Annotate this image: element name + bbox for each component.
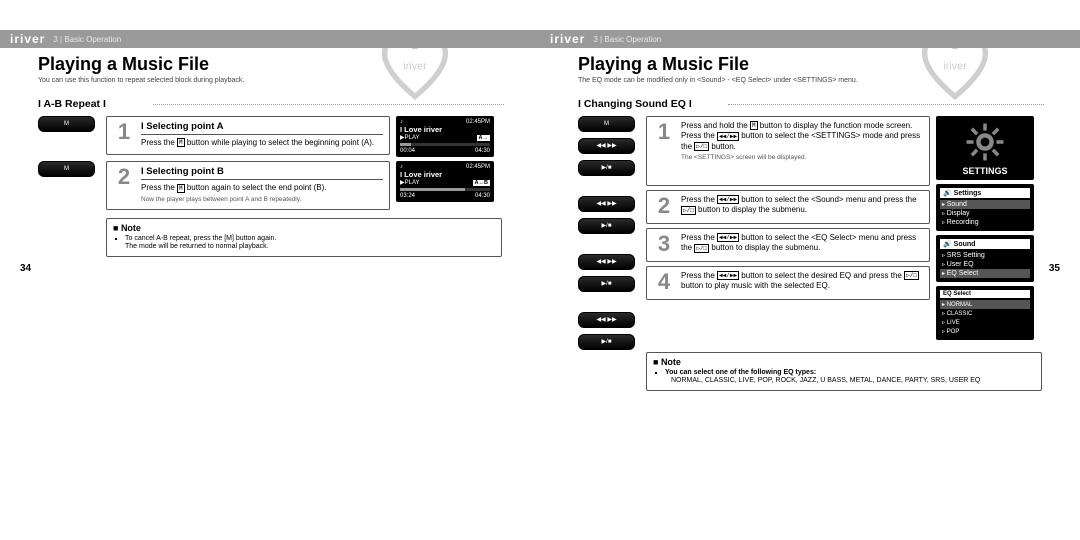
section-title: I Changing Sound EQ I xyxy=(578,98,1042,110)
page-subtitle: You can use this function to repeat sele… xyxy=(38,77,540,84)
step-tiny: The <SETTINGS> screen will be displayed. xyxy=(681,154,923,161)
step-tiny: Now the player plays between point A and… xyxy=(141,196,383,203)
note-block: Note To cancel A-B repeat, press the [M]… xyxy=(106,218,502,257)
inline-playstop-icon: ▷/□ xyxy=(694,142,709,151)
step-title: I Selecting point A xyxy=(141,121,383,135)
device-screen-menu: 🔊 Sound SRS Setting User EQ EQ Select xyxy=(936,235,1034,282)
step-desc: Press the ◀◀/▶▶ button to select the des… xyxy=(681,271,923,292)
step-box: 2 Press the ◀◀/▶▶ button to select the <… xyxy=(646,190,930,224)
inline-prevnext-icon: ◀◀/▶▶ xyxy=(717,233,739,242)
step-box: 3 Press the ◀◀/▶▶ button to select the <… xyxy=(646,228,930,262)
device-screen-menu: EQ Select NORMAL CLASSIC LIVE POP xyxy=(936,286,1034,340)
device-button-play-stop: ▶/■ xyxy=(578,218,635,234)
note-item: NORMAL, CLASSIC, LIVE, POP, ROCK, JAZZ, … xyxy=(653,377,1035,384)
device-button-m: M xyxy=(578,116,635,132)
step-number: 2 xyxy=(653,195,675,217)
top-bar: iriver 3 | Basic Operation xyxy=(540,30,1080,48)
inline-m-icon: M xyxy=(177,138,185,147)
inline-playstop-icon: ▷/□ xyxy=(681,206,696,215)
device-button-prev-next: ◀◀ ▶▶ xyxy=(578,196,635,212)
device-screen: ♪02:45PM I Love iriver ▶PLAYA↔B 03:2404:… xyxy=(396,161,494,202)
note-head: Note xyxy=(653,357,1035,367)
step-box: 4 Press the ◀◀/▶▶ button to select the d… xyxy=(646,266,930,300)
screenshots-col: ♪02:45PM I Love iriver ▶PLAYA→ 00:0404:3… xyxy=(396,116,502,202)
note-head: Note xyxy=(113,223,495,233)
step-row: M 1 I Selecting point A Press the M butt… xyxy=(38,116,390,155)
page-number: 34 xyxy=(20,263,31,274)
step-title: I Selecting point B xyxy=(141,166,383,180)
step-box: 2 I Selecting point B Press the M button… xyxy=(106,161,390,209)
step-number: 3 xyxy=(653,233,675,255)
section-sound-eq: I Changing Sound EQ I M ◀◀ ▶▶ ▶/■ ◀◀ ▶▶ … xyxy=(578,98,1042,391)
note-item: You can select one of the following EQ t… xyxy=(665,369,1035,376)
top-bar: iriver 3 | Basic Operation xyxy=(0,30,540,48)
breadcrumb: 3 | Basic Operation xyxy=(53,35,121,44)
inline-m-icon: M xyxy=(177,184,185,193)
device-screen-settings: SETTINGS xyxy=(936,116,1034,180)
inline-prevnext-icon: ◀◀/▶▶ xyxy=(717,195,739,204)
device-button-m: M xyxy=(38,116,95,132)
step-desc: Press and hold the M button to display t… xyxy=(681,121,923,152)
step-box: 1 Press and hold the M button to display… xyxy=(646,116,930,186)
device-screen: ♪02:45PM I Love iriver ▶PLAYA→ 00:0404:3… xyxy=(396,116,494,157)
step-box: 1 I Selecting point A Press the M button… xyxy=(106,116,390,155)
step-row: M 2 I Selecting point B Press the M butt… xyxy=(38,161,390,209)
inline-m-icon: M xyxy=(750,121,758,130)
inline-playstop-icon: ▷/□ xyxy=(694,244,709,253)
device-screen-menu: 🔊 Settings Sound Display Recording xyxy=(936,184,1034,231)
page-title: Playing a Music File xyxy=(578,54,1080,75)
device-button-play-stop: ▶/■ xyxy=(578,276,635,292)
device-button-prev-next: ◀◀ ▶▶ xyxy=(578,138,635,154)
brand-logo: iriver xyxy=(550,32,585,46)
device-button-prev-next: ◀◀ ▶▶ xyxy=(578,312,635,328)
breadcrumb: 3 | Basic Operation xyxy=(593,35,661,44)
step-desc: Press the M button while playing to sele… xyxy=(141,138,383,148)
step-desc: Press the ◀◀/▶▶ button to select the <EQ… xyxy=(681,233,923,254)
screenshots-col: SETTINGS 🔊 Settings Sound Display Record… xyxy=(936,116,1042,340)
brand-logo: iriver xyxy=(10,32,45,46)
inline-prevnext-icon: ◀◀/▶▶ xyxy=(717,271,739,280)
note-block: Note You can select one of the following… xyxy=(646,352,1042,391)
step-desc: Press the M button again to select the e… xyxy=(141,183,383,193)
inline-playstop-icon: ▷/□ xyxy=(904,271,919,280)
section-title: I A-B Repeat I xyxy=(38,98,502,110)
note-item: The mode will be returned to normal play… xyxy=(113,243,495,250)
device-button-prev-next: ◀◀ ▶▶ xyxy=(578,254,635,270)
page-subtitle: The EQ mode can be modified only in <Sou… xyxy=(578,77,1080,84)
page-right: iriver iriver 3 | Basic Operation Playin… xyxy=(540,0,1080,540)
gear-icon xyxy=(963,120,1007,164)
step-number: 1 xyxy=(653,121,675,179)
page-left: iriver iriver 3 | Basic Operation Playin… xyxy=(0,0,540,540)
inline-prevnext-icon: ◀◀/▶▶ xyxy=(717,132,739,141)
device-button-play-stop: ▶/■ xyxy=(578,334,635,350)
note-item: To cancel A-B repeat, press the [M] butt… xyxy=(125,235,495,242)
step-number: 1 xyxy=(113,121,135,148)
device-button-play-stop: ▶/■ xyxy=(578,160,635,176)
section-ab-repeat: I A-B Repeat I M 1 I Selecting point A P… xyxy=(38,98,502,257)
page-title: Playing a Music File xyxy=(38,54,540,75)
device-button-m: M xyxy=(38,161,95,177)
step-number: 4 xyxy=(653,271,675,293)
page-number: 35 xyxy=(1049,263,1060,274)
step-desc: Press the ◀◀/▶▶ button to select the <So… xyxy=(681,195,923,216)
step-number: 2 xyxy=(113,166,135,202)
